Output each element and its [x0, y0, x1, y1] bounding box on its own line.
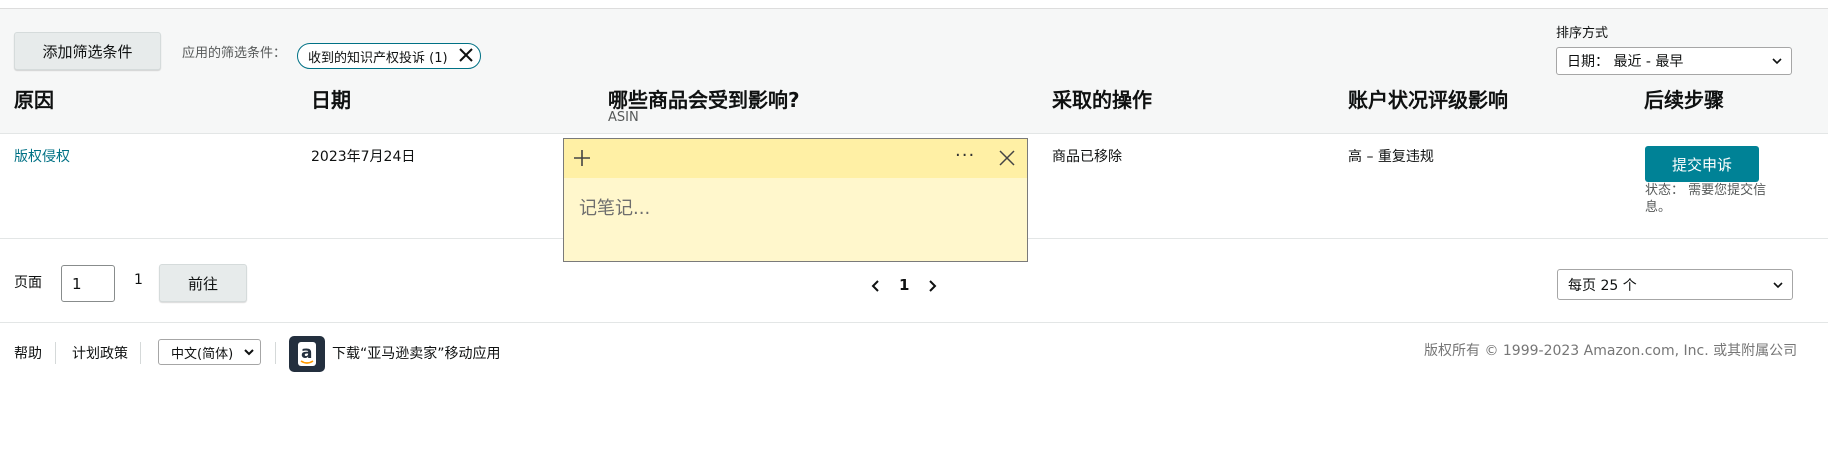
sticky-note[interactable]: ··· 记笔记... [563, 138, 1028, 262]
chevron-down-icon [244, 349, 254, 356]
column-header-asin: ASIN [608, 110, 639, 125]
column-header-next-steps: 后续步骤 [1644, 88, 1724, 112]
page-total: 1 [134, 272, 143, 288]
applied-filter-chip: 收到的知识产权投诉 (1) [297, 43, 481, 69]
close-icon[interactable] [998, 149, 1016, 167]
applied-filters-label: 应用的筛选条件： [182, 46, 287, 61]
date-cell: 2023年7月24日 [311, 149, 416, 165]
sort-label: 排序方式 [1556, 26, 1609, 41]
sticky-note-toolbar: ··· [564, 139, 1027, 178]
sort-value: 日期： 最近 - 最早 [1567, 54, 1684, 70]
chevron-left-icon[interactable] [870, 279, 882, 293]
smile-icon [300, 360, 314, 364]
copyright-text: 版权所有 © 1999-2023 Amazon.com, Inc. 或其附属公司 [1424, 343, 1798, 359]
chevron-right-icon[interactable] [926, 279, 938, 293]
sticky-note-input[interactable]: 记笔记... [579, 194, 650, 220]
close-icon[interactable] [456, 45, 476, 65]
column-header-action: 采取的操作 [1052, 88, 1152, 112]
chevron-down-icon [1772, 58, 1782, 65]
appeal-status: 状态： 需要您提交信 息。 [1645, 182, 1785, 216]
sort-select[interactable]: 日期： 最近 - 最早 [1556, 47, 1792, 75]
footer-separator [55, 342, 56, 364]
appeal-status-line-1: 状态： 需要您提交信 [1645, 183, 1767, 198]
program-policies-link[interactable]: 计划政策 [72, 343, 128, 363]
download-app-link[interactable]: 下载“亚马逊卖家”移动应用 [332, 343, 501, 363]
impact-cell: 高 – 重复违规 [1348, 149, 1434, 165]
reason-link[interactable]: 版权侵权 [14, 146, 70, 166]
footer-separator [275, 342, 276, 364]
column-header-reason: 原因 [14, 88, 54, 112]
help-link[interactable]: 帮助 [14, 343, 42, 363]
go-button[interactable]: 前往 [159, 264, 247, 302]
footer-separator [140, 342, 141, 364]
filter-and-header-band [0, 9, 1828, 134]
page-number-input[interactable]: 1 [61, 265, 115, 302]
plus-icon[interactable] [572, 148, 592, 168]
add-filter-button[interactable]: 添加筛选条件 [14, 32, 161, 70]
language-value: 中文(简体) [171, 346, 234, 362]
footer-divider [0, 322, 1828, 323]
per-page-select[interactable]: 每页 25 个 [1557, 269, 1793, 300]
current-page[interactable]: 1 [899, 276, 909, 294]
column-header-affected: 哪些商品会受到影响? [608, 88, 800, 112]
filter-chip-label: 收到的知识产权投诉 (1) [308, 50, 448, 66]
appeal-status-line-2: 息。 [1645, 200, 1672, 215]
language-select[interactable]: 中文(简体) [158, 339, 261, 365]
per-page-value: 每页 25 个 [1568, 277, 1637, 294]
column-header-date: 日期 [311, 88, 351, 112]
amazon-app-icon[interactable]: a [289, 336, 325, 372]
more-icon[interactable]: ··· [955, 145, 975, 166]
page-label: 页面 [14, 275, 42, 291]
chevron-down-icon [1773, 281, 1783, 288]
action-cell: 商品已移除 [1052, 149, 1122, 165]
submit-appeal-button[interactable]: 提交申诉 [1645, 146, 1759, 182]
column-header-impact: 账户状况评级影响 [1348, 88, 1508, 112]
